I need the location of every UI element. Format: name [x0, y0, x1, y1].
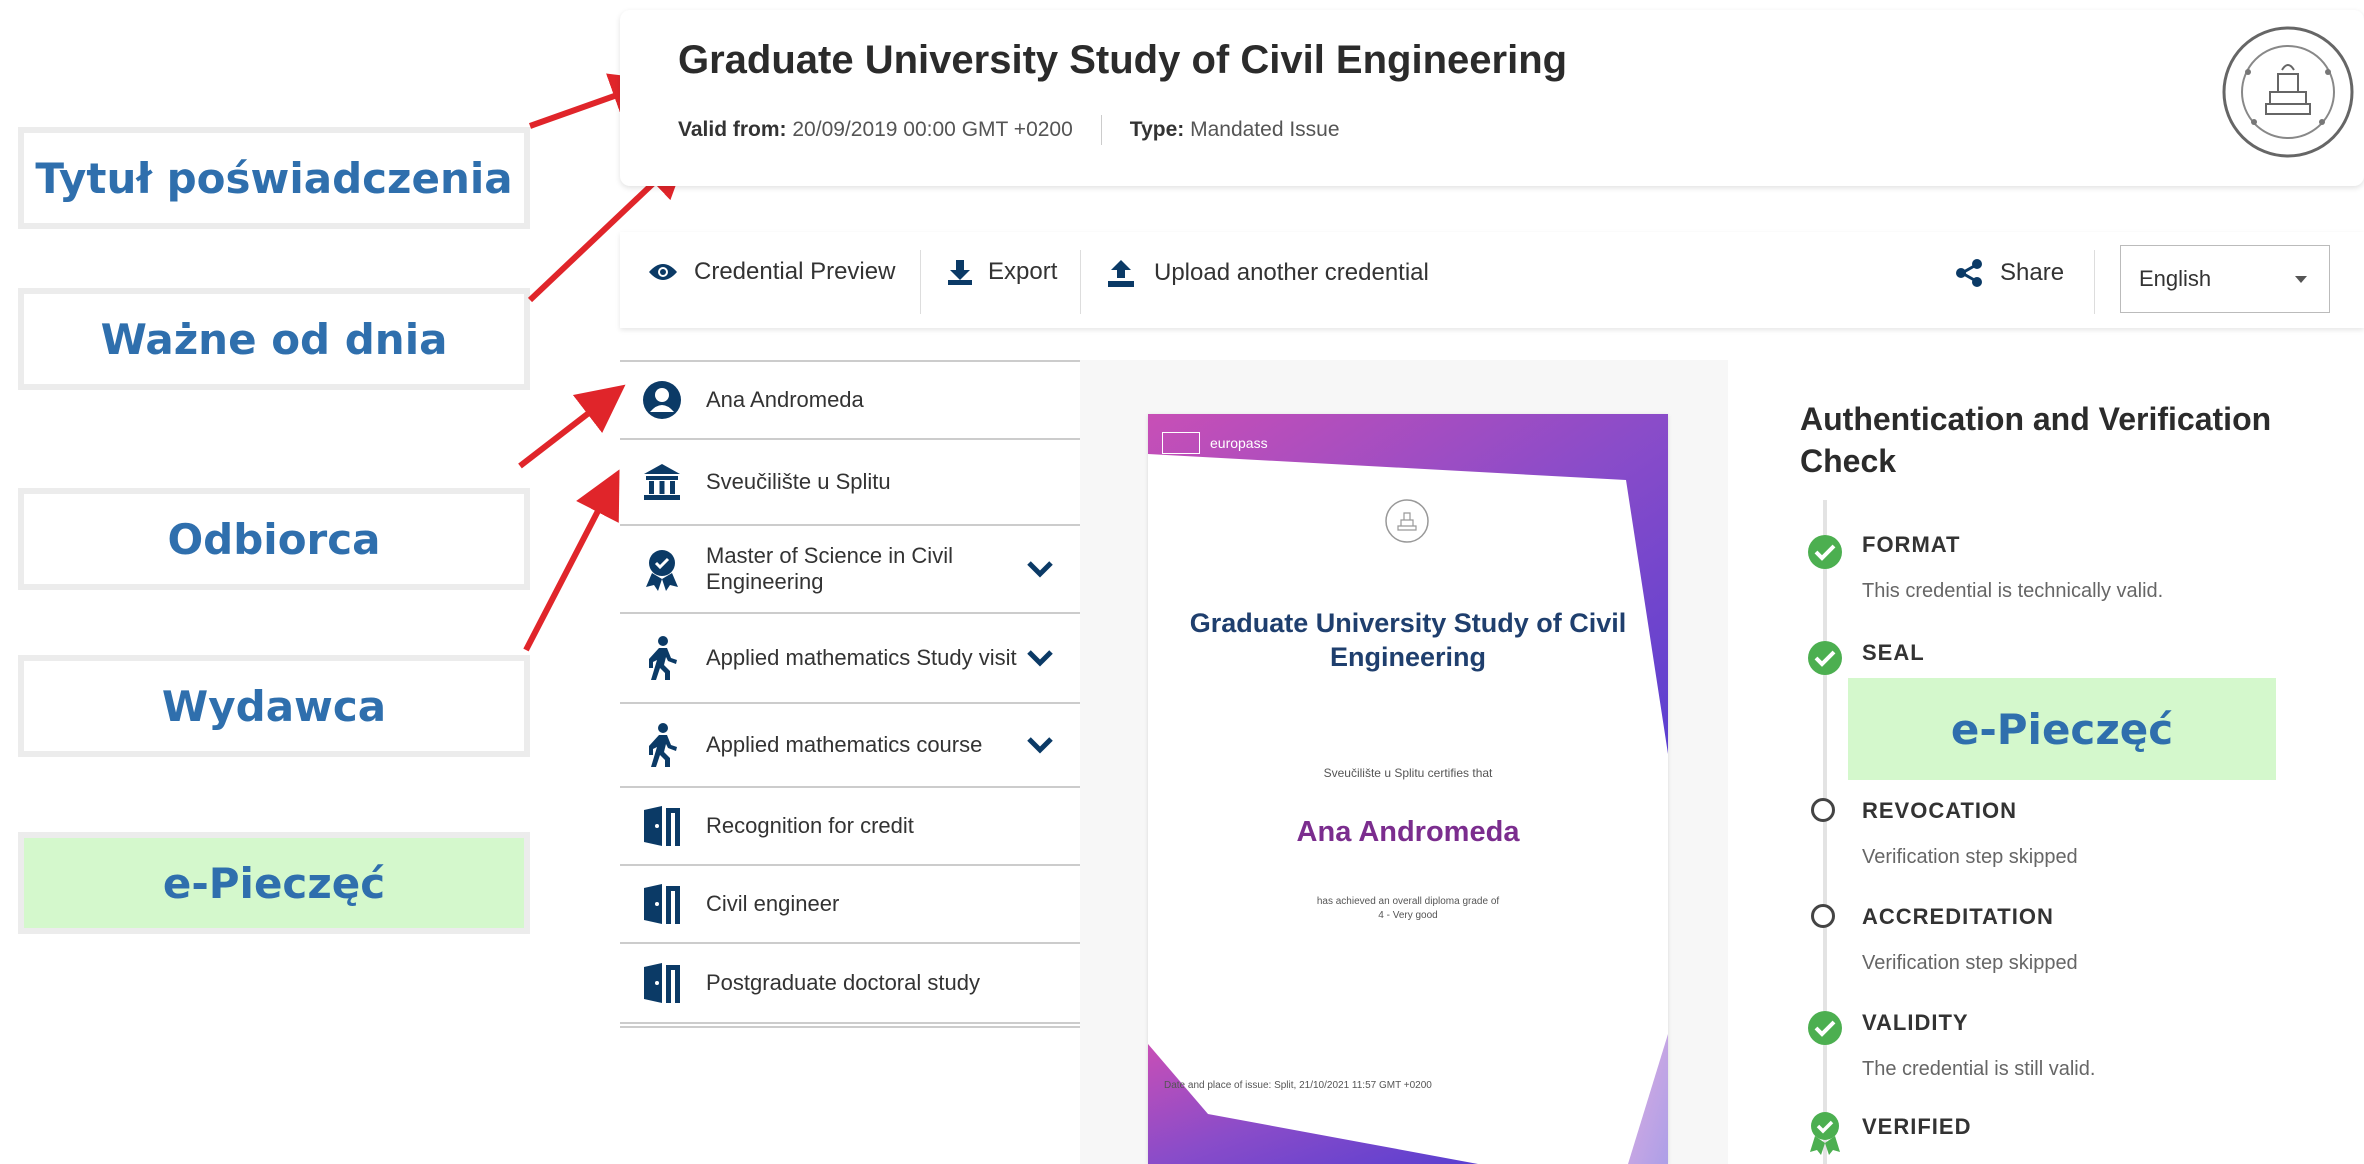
toolbar-divider	[1080, 250, 1081, 314]
verified-badge-icon	[1810, 1112, 1840, 1155]
chevron-down-icon[interactable]	[1022, 649, 1058, 667]
share-label: Share	[2000, 259, 2065, 286]
toolbar-divider	[920, 250, 921, 314]
valid-from-key: Valid from:	[678, 118, 787, 141]
nav-item-master-degree[interactable]: Master of Science in Civil Engineering	[620, 526, 1080, 614]
download-icon	[948, 260, 972, 285]
document-recipient: Ana Andromeda	[1296, 816, 1520, 848]
check-circle-icon	[1808, 1011, 1842, 1045]
nav-item-doctoral-study[interactable]: Postgraduate doctoral study	[620, 944, 1080, 1024]
chevron-down-icon[interactable]	[1022, 560, 1058, 578]
walking-icon	[638, 721, 686, 769]
document-grade: 4 - Very good	[1378, 910, 1438, 921]
step-seal-label: SEAL	[1862, 640, 1925, 665]
eseal-highlight-text: e-Pieczęć	[1950, 704, 2174, 754]
document-certifies: Sveučilište u Splitu certifies that	[1323, 766, 1493, 780]
door-icon	[638, 959, 686, 1007]
nav-item-recognition[interactable]: Recognition for credit	[620, 788, 1080, 866]
door-icon	[638, 802, 686, 850]
step-accreditation-desc: Verification step skipped	[1862, 952, 2078, 974]
credential-header-card	[620, 10, 2364, 186]
nav-item-recipient[interactable]: Ana Andromeda	[620, 362, 1080, 440]
upload-credential-button[interactable]: Upload another credential	[1106, 258, 1429, 288]
type-key: Type:	[1129, 118, 1185, 141]
nav-item-label: Applied mathematics Study visit	[706, 645, 1017, 670]
eye-icon	[649, 264, 677, 280]
nav-item-label: Sveučilište u Splitu	[706, 469, 891, 494]
export-button[interactable]: Export	[946, 258, 1057, 286]
check-circle-icon	[1808, 535, 1842, 569]
person-icon	[638, 376, 686, 424]
language-select-value: English	[2139, 266, 2212, 291]
nav-item-label: Ana Andromeda	[706, 387, 864, 412]
nav-item-civil-engineer[interactable]: Civil engineer	[620, 866, 1080, 944]
nav-item-course[interactable]: Applied mathematics course	[620, 704, 1080, 788]
step-revocation-label: REVOCATION	[1862, 798, 2018, 823]
type-value: Mandated Issue	[1190, 118, 1340, 141]
upload-credential-label: Upload another credential	[1154, 259, 1429, 286]
europass-brand: europass	[1210, 435, 1268, 451]
pending-circle-icon	[1811, 904, 1835, 928]
eseal-highlight: e-Pieczęć	[1848, 678, 2276, 780]
step-validity-label: VALIDITY	[1862, 1010, 1969, 1035]
verification-title: Authentication and Verification Check	[1800, 401, 2272, 479]
toolbar-divider	[2094, 250, 2095, 314]
step-format-label: FORMAT	[1862, 532, 1961, 557]
document-achievement: has achieved an overall diploma grade of	[1316, 896, 1500, 907]
meta-divider	[1100, 115, 1102, 145]
europass-logo: europass	[1162, 432, 1268, 454]
chevron-down-icon[interactable]	[1022, 736, 1058, 754]
step-revocation-desc: Verification step skipped	[1862, 846, 2078, 868]
arrow-recipient	[518, 384, 626, 469]
check-circle-icon	[1808, 641, 1842, 675]
arrow-issuer	[523, 469, 620, 652]
nav-item-label: Master of Science in Civil Engineering	[706, 543, 953, 594]
pending-circle-icon	[1811, 798, 1835, 822]
institution-icon	[638, 458, 686, 506]
credential-preview-label: Credential Preview	[694, 258, 896, 285]
upload-icon	[1108, 260, 1134, 287]
nav-item-label: Applied mathematics course	[706, 732, 983, 757]
document-issue-line: Date and place of issue: Split, 21/10/20…	[1164, 1080, 1432, 1091]
step-format-desc: This credential is technically valid.	[1862, 580, 2164, 602]
walking-icon	[638, 634, 686, 682]
university-seal-logo	[2222, 26, 2354, 158]
caret-down-icon	[2295, 276, 2307, 283]
credential-document[interactable]: europass Graduate University Study of Ci…	[1148, 414, 1668, 1164]
credential-preview-button[interactable]: Credential Preview	[648, 258, 895, 286]
export-label: Export	[988, 258, 1058, 285]
valid-from-value: 20/09/2019 00:00 GMT +0200	[792, 118, 1073, 141]
nav-item-label: Recognition for credit	[706, 813, 914, 838]
credential-title: Graduate University Study of Civil Engin…	[678, 38, 1568, 82]
credential-meta: Valid from: 20/09/2019 00:00 GMT +0200 T…	[678, 115, 1340, 145]
language-select[interactable]: English	[2120, 245, 2330, 313]
step-accreditation-label: ACCREDITATION	[1862, 904, 2054, 929]
verification-timeline	[1823, 500, 1827, 1164]
share-icon	[1956, 259, 1982, 287]
nav-item-label: Postgraduate doctoral study	[706, 970, 980, 995]
step-validity-desc: The credential is still valid.	[1862, 1058, 2096, 1080]
step-verified-label: VERIFIED	[1862, 1114, 1972, 1139]
share-button[interactable]: Share	[1954, 258, 2064, 288]
nav-item-label: Civil engineer	[706, 891, 840, 916]
door-icon	[638, 880, 686, 928]
university-seal-icon	[1385, 499, 1429, 543]
award-icon	[638, 545, 686, 593]
nav-item-issuer[interactable]: Sveučilište u Splitu	[620, 440, 1080, 526]
nav-item-study-visit[interactable]: Applied mathematics Study visit	[620, 614, 1080, 704]
document-title: Graduate University Study of Civil Engin…	[1189, 608, 1627, 672]
eu-flag-icon	[1162, 432, 1200, 454]
